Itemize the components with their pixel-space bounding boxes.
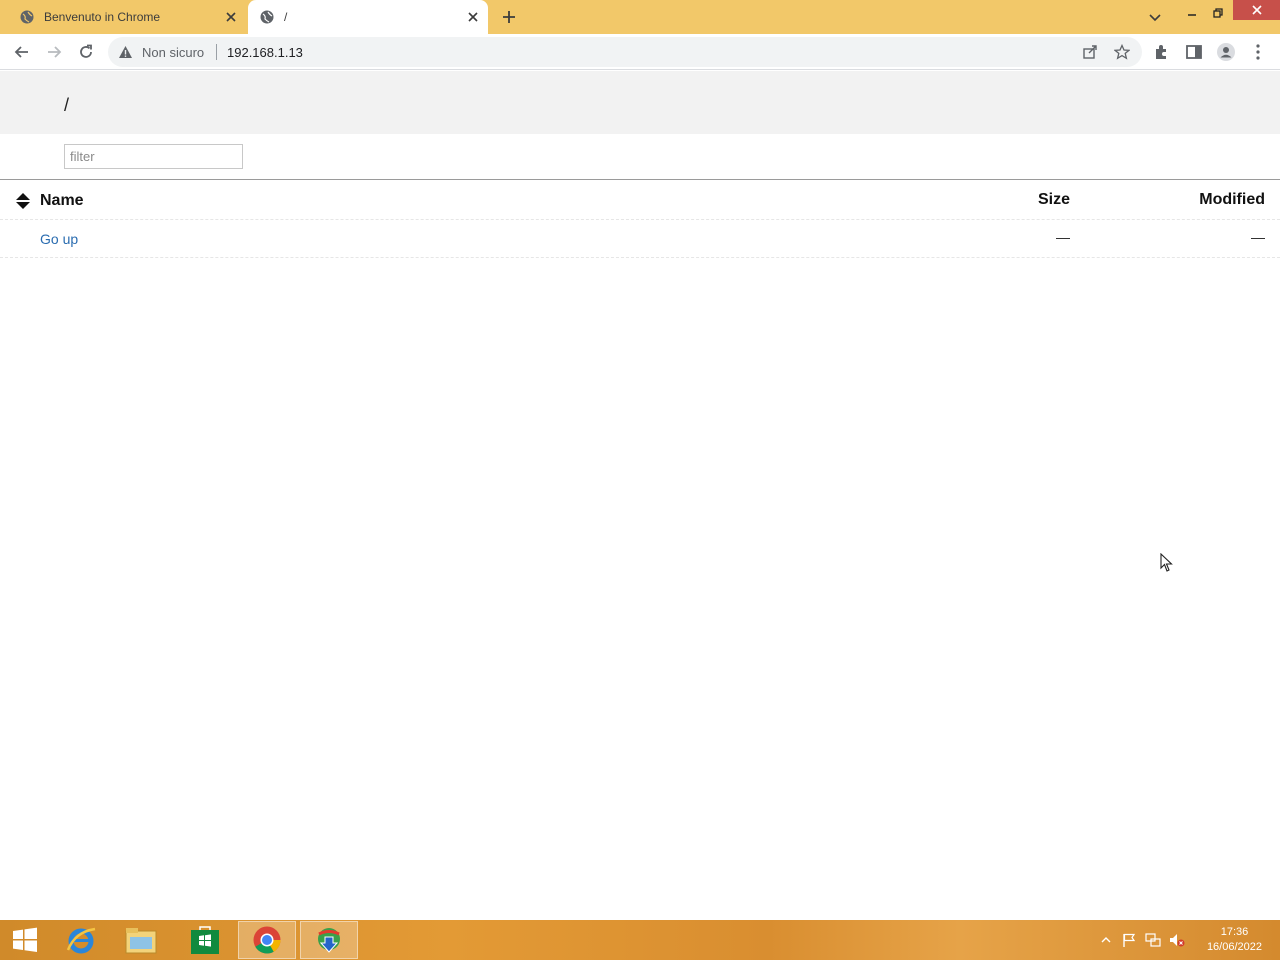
address-bar[interactable]: Non sicuro 192.168.1.13 [108,37,1142,67]
tab-title: / [284,10,288,24]
clock-date: 16/06/2022 [1206,941,1262,953]
close-tab-icon[interactable] [466,10,480,24]
network-icon[interactable] [1145,932,1161,948]
side-panel-icon[interactable] [1184,42,1204,62]
sort-icon[interactable] [15,192,31,210]
volume-muted-icon[interactable] [1169,932,1185,948]
page-title: / [64,95,70,115]
taskbar-file-explorer[interactable] [112,921,170,959]
address-divider [216,44,217,60]
show-hidden-icons-chevron-icon[interactable] [1098,932,1114,948]
minimize-button[interactable] [1181,2,1203,24]
tab-search-chevron-icon[interactable] [1146,8,1164,26]
new-tab-icon[interactable] [499,7,519,27]
back-arrow-icon[interactable] [12,42,32,62]
tab-title: Benvenuto in Chrome [44,10,161,24]
taskbar-store[interactable] [176,921,234,959]
taskbar-internet-explorer[interactable] [52,921,110,959]
folder-icon [125,928,157,954]
page-header: / [0,71,1280,134]
action-center-flag-icon[interactable] [1121,932,1137,948]
restore-icon [1213,8,1223,18]
profile-avatar-icon[interactable] [1216,42,1236,62]
filter-input[interactable] [64,144,243,169]
forward-arrow-icon[interactable] [44,42,64,62]
clock-time: 17:36 [1220,926,1249,938]
table-row: Go up — — [0,220,1280,258]
bookmark-star-icon[interactable] [1114,44,1130,60]
close-icon [1251,5,1262,15]
column-header-modified[interactable]: Modified [1199,191,1265,209]
warning-icon[interactable] [118,45,133,59]
modified-cell: — [1251,229,1265,245]
close-window-button[interactable] [1233,0,1280,20]
table-header-row: Name Size Modified [0,180,1280,220]
close-tab-icon[interactable] [224,10,238,24]
browser-titlebar: Benvenuto in Chrome / [0,0,1280,34]
tab-root[interactable]: / [248,0,488,34]
system-clock[interactable]: 17:36 16/06/2022 [1207,925,1262,955]
chrome-icon [253,926,281,954]
windows-logo-icon [13,927,37,952]
column-header-size[interactable]: Size [1038,191,1070,209]
internet-explorer-icon [66,927,96,954]
size-cell: — [1056,229,1070,245]
store-bag-icon [191,926,219,954]
tab-benvenuto[interactable]: Benvenuto in Chrome [8,0,246,34]
mouse-cursor-icon [1160,553,1173,572]
restore-button[interactable] [1207,2,1229,24]
extensions-puzzle-icon[interactable] [1152,42,1172,62]
column-header-name[interactable]: Name [40,192,84,210]
start-button[interactable] [0,921,50,959]
menu-kebab-icon[interactable] [1248,42,1268,62]
windows-taskbar: 17:36 16/06/2022 [0,920,1280,960]
taskbar-download-manager[interactable] [300,921,358,959]
taskbar-chrome[interactable] [238,921,296,959]
reload-icon[interactable] [76,42,96,62]
url-text[interactable]: 192.168.1.13 [227,45,303,60]
go-up-link[interactable]: Go up [40,231,78,247]
share-icon[interactable] [1082,44,1098,60]
globe-icon [260,10,274,24]
browser-toolbar: Non sicuro 192.168.1.13 [0,34,1280,70]
security-status[interactable]: Non sicuro [142,45,204,60]
download-manager-icon [318,928,340,953]
globe-icon [20,10,34,24]
minimize-icon [1188,14,1196,16]
